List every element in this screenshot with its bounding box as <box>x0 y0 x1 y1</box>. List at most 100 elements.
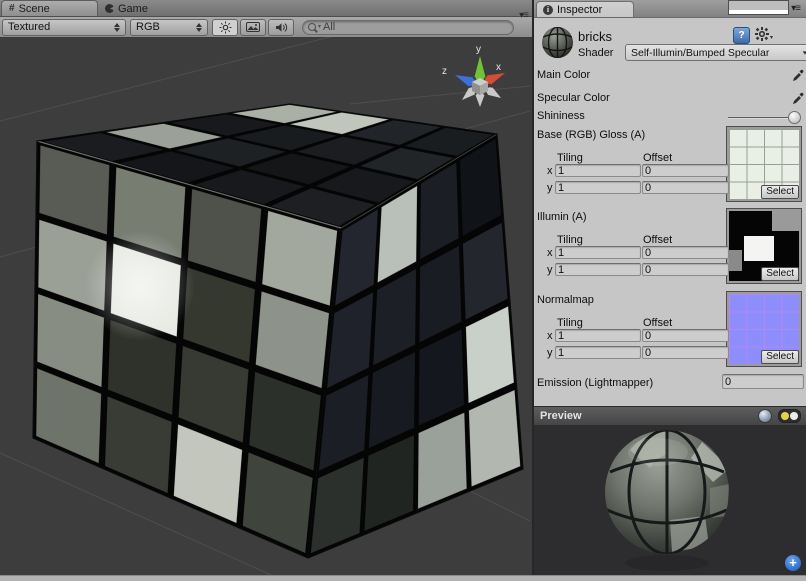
base-select-button[interactable]: Select <box>761 185 799 199</box>
illumin-tiling-x-field[interactable] <box>555 246 641 259</box>
image-icon <box>246 22 260 32</box>
shader-label: Shader <box>578 47 613 59</box>
scene-audio-toggle[interactable] <box>268 19 294 36</box>
shininess-slider-track[interactable] <box>728 117 794 119</box>
speaker-icon <box>275 22 288 33</box>
preview-sphere-toggle-icon[interactable] <box>758 409 772 423</box>
base-tiling-y-field[interactable] <box>555 181 641 194</box>
x-label: x <box>547 330 553 342</box>
shininess-slider-knob[interactable] <box>788 111 801 124</box>
gizmo-axis-label-y: y <box>476 44 481 55</box>
illumin-offset-y-field[interactable] <box>642 263 729 276</box>
tab-scene[interactable]: # Scene <box>1 0 98 16</box>
scene-tab-bar: # Scene Game <box>0 0 532 17</box>
normalmap-texture-thumbnail[interactable]: Select <box>727 292 801 366</box>
gear-glyph-icon <box>755 27 769 41</box>
orientation-gizmo: y x z <box>442 44 505 107</box>
emission-field[interactable] <box>722 374 804 389</box>
base-texture-thumbnail[interactable]: Select <box>727 127 801 201</box>
emission-label: Emission (Lightmapper) <box>537 377 653 389</box>
normalmap-offset-x-field[interactable] <box>642 329 729 342</box>
sun-icon <box>219 21 232 34</box>
tab-game[interactable]: Game <box>98 1 166 16</box>
scene-search-input[interactable] <box>323 21 508 33</box>
render-mode-value: Textured <box>8 21 50 33</box>
material-sphere-icon <box>540 25 575 60</box>
preview-header[interactable]: Preview <box>534 406 806 426</box>
help-icon[interactable]: ? <box>733 27 750 44</box>
inspector-menu-icon[interactable]: ▾≡ <box>791 3 800 14</box>
normalmap-offset-y-field[interactable] <box>642 346 729 359</box>
alpha-bar <box>729 10 788 14</box>
shader-value: Self-Illumin/Bumped Specular <box>631 47 769 59</box>
illumin-tiling-y-field[interactable] <box>555 263 641 276</box>
illumin-select-button[interactable]: Select <box>761 267 799 281</box>
normalmap-select-button[interactable]: Select <box>761 350 799 364</box>
color-channel-dropdown[interactable]: RGB <box>130 19 208 36</box>
material-name: bricks <box>578 29 612 44</box>
game-icon <box>105 4 114 13</box>
scene-search-box[interactable]: ▾ <box>302 20 514 35</box>
tab-scene-label: Scene <box>19 3 50 15</box>
illumin-label: Illumin (A) <box>537 211 587 223</box>
offset-label: Offset <box>643 152 672 164</box>
main-color-label: Main Color <box>537 69 590 81</box>
gizmo-axis-label-z: z <box>442 66 447 77</box>
base-tiling-x-field[interactable] <box>555 164 641 177</box>
scene-lighting-toggle[interactable] <box>212 19 238 36</box>
specular-color-swatch[interactable] <box>728 0 789 15</box>
preview-area[interactable]: + <box>534 425 806 576</box>
color-channel-value: RGB <box>136 21 160 33</box>
eyedropper-icon[interactable] <box>792 92 804 105</box>
window-bottom-edge <box>0 575 806 581</box>
scene-toolbar: Textured RGB <box>0 17 532 38</box>
eyedropper-icon[interactable] <box>792 69 804 82</box>
scene-viewport[interactable]: y x z <box>0 37 532 576</box>
illumin-texture-thumbnail[interactable]: Select <box>727 209 801 283</box>
base-offset-x-field[interactable] <box>642 164 729 177</box>
offset-label: Offset <box>643 317 672 329</box>
preview-title: Preview <box>540 410 582 422</box>
gear-caret-icon: ▾ <box>770 34 773 41</box>
tiling-label: Tiling <box>557 152 583 164</box>
search-icon <box>308 23 316 31</box>
add-button[interactable]: + <box>785 555 801 571</box>
render-mode-dropdown[interactable]: Textured <box>2 19 126 36</box>
y-label: y <box>547 182 553 194</box>
y-label: y <box>547 347 553 359</box>
material-preview-sphere <box>592 425 742 576</box>
base-offset-y-field[interactable] <box>642 181 729 194</box>
scene-overlay-toggle[interactable] <box>240 19 266 36</box>
x-label: x <box>547 165 553 177</box>
info-icon: i <box>543 5 553 15</box>
tiling-label: Tiling <box>557 317 583 329</box>
normalmap-tiling-x-field[interactable] <box>555 329 641 342</box>
gizmo-axis-label-x: x <box>496 62 501 73</box>
scene-panel: # Scene Game Textured RGB <box>0 0 532 576</box>
tab-inspector[interactable]: i Inspector <box>536 1 634 17</box>
inspector-panel: i Inspector ▾≡ bricks Shader Self-Illumi… <box>534 0 806 576</box>
normalmap-label: Normalmap <box>537 294 594 306</box>
illumin-offset-x-field[interactable] <box>642 246 729 259</box>
offset-label: Offset <box>643 234 672 246</box>
scene-panel-menu-icon[interactable]: ▾≡ <box>519 10 528 21</box>
preview-lighting-toggle-icon[interactable] <box>778 409 801 423</box>
x-label: x <box>547 247 553 259</box>
search-filter-caret-icon: ▾ <box>318 24 321 30</box>
dropdown-arrows-icon <box>190 23 202 32</box>
tab-game-label: Game <box>118 3 148 15</box>
tiling-label: Tiling <box>557 234 583 246</box>
shininess-label: Shininess <box>537 110 585 122</box>
dropdown-arrows-icon <box>108 23 120 32</box>
specular-color-label: Specular Color <box>537 92 610 104</box>
gear-icon[interactable]: ▾ <box>755 27 773 41</box>
texture-section-normalmap: Normalmap Select Tiling Offset x y <box>534 290 806 380</box>
y-label: y <box>547 264 553 276</box>
shader-dropdown[interactable]: Self-Illumin/Bumped Specular <box>625 44 806 61</box>
base-gloss-label: Base (RGB) Gloss (A) <box>537 129 645 141</box>
scene-grid-icon: # <box>9 3 15 14</box>
normalmap-tiling-y-field[interactable] <box>555 346 641 359</box>
chevron-down-icon <box>803 51 806 54</box>
tab-inspector-label: Inspector <box>557 4 602 16</box>
texture-section-illumin: Illumin (A) Select Tiling Offset x y <box>534 207 806 297</box>
